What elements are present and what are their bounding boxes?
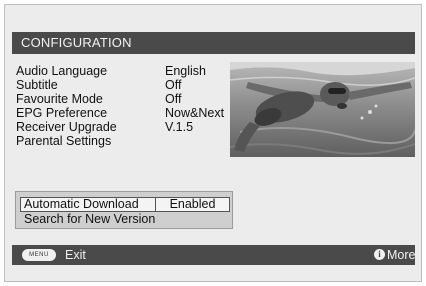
menu-item-epg-preference[interactable]: EPG Preference Now&Next (16, 106, 226, 120)
page-title-bar: CONFIGURATION (12, 32, 415, 54)
configuration-menu: Audio Language English Subtitle Off Favo… (16, 64, 226, 148)
menu-item-label: Subtitle (16, 78, 58, 92)
page-title: CONFIGURATION (21, 35, 132, 50)
video-preview (230, 62, 415, 157)
menu-item-audio-language[interactable]: Audio Language English (16, 64, 226, 78)
info-icon[interactable]: i (374, 249, 385, 260)
menu-item-value: V.1.5 (165, 120, 194, 134)
menu-item-value: English (165, 64, 206, 78)
menu-item-favourite-mode[interactable]: Favourite Mode Off (16, 92, 226, 106)
automatic-download-option[interactable]: Automatic Download Enabled (20, 197, 230, 212)
exit-label[interactable]: Exit (65, 245, 86, 265)
automatic-download-label: Automatic Download (24, 197, 139, 211)
menu-item-value: Off (165, 92, 182, 106)
menu-key-icon[interactable]: MENU (22, 249, 56, 261)
menu-item-value: Off (165, 78, 182, 92)
menu-item-label: Receiver Upgrade (16, 120, 117, 134)
menu-item-subtitle[interactable]: Subtitle Off (16, 78, 226, 92)
search-new-version-option[interactable]: Search for New Version (24, 212, 155, 226)
more-label[interactable]: More (387, 245, 415, 265)
menu-item-label: Parental Settings (16, 134, 112, 148)
footer-bar: MENU Exit i More (12, 245, 415, 265)
automatic-download-value[interactable]: Enabled (155, 197, 229, 212)
download-options-panel: Automatic Download Enabled Search for Ne… (15, 191, 233, 229)
menu-item-value: Now&Next (165, 106, 225, 120)
menu-item-label: Audio Language (16, 64, 108, 78)
menu-item-label: EPG Preference (16, 106, 108, 120)
swimmer-image (230, 62, 415, 157)
menu-item-parental-settings[interactable]: Parental Settings (16, 134, 226, 148)
menu-item-label: Favourite Mode (16, 92, 103, 106)
menu-item-receiver-upgrade[interactable]: Receiver Upgrade V.1.5 (16, 120, 226, 134)
